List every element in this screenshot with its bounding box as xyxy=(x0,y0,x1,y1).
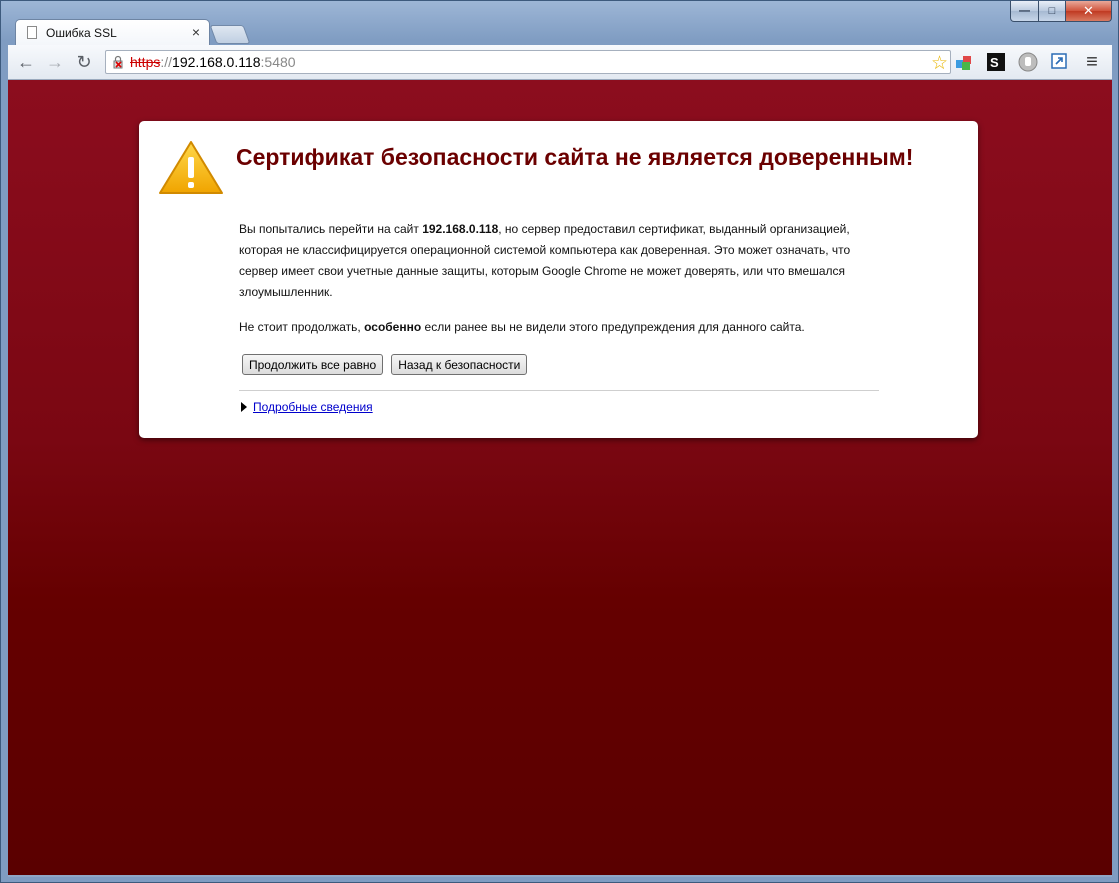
advice-text-start: Не стоит продолжать, xyxy=(239,320,365,334)
advice-paragraph: Не стоит продолжать, особенно если ранее… xyxy=(239,317,879,338)
back-arrow-icon[interactable]: ← xyxy=(15,51,37,73)
explanation-paragraph: Вы попытались перейти на сайт 192.168.0.… xyxy=(239,219,879,303)
window-controls: — □ ✕ xyxy=(1010,1,1112,22)
page-content: Сертификат безопасности сайта не являетс… xyxy=(8,80,1112,875)
broken-lock-icon[interactable] xyxy=(113,55,123,69)
browser-window: — □ ✕ Ошибка SSL × ← → ↻ https://192.168… xyxy=(0,0,1119,883)
bookmark-star-icon[interactable]: ☆ xyxy=(931,52,948,75)
browser-toolbar: ← → ↻ https://192.168.0.118:5480 ☆ S ≡ xyxy=(8,45,1112,80)
chrome-menu-icon[interactable]: ≡ xyxy=(1081,51,1103,73)
svg-text:S: S xyxy=(990,55,999,70)
proceed-anyway-button[interactable]: Продолжить все равно xyxy=(242,354,384,375)
expand-triangle-icon[interactable] xyxy=(241,402,247,412)
maximize-button[interactable]: □ xyxy=(1039,1,1066,22)
extension-link-icon[interactable] xyxy=(1050,52,1070,72)
reload-icon[interactable]: ↻ xyxy=(73,51,95,73)
back-to-safety-button[interactable]: Назад к безопасности xyxy=(391,354,528,375)
address-bar[interactable]: https://192.168.0.118:5480 ☆ xyxy=(105,50,951,74)
details-link[interactable]: Подробные сведения xyxy=(253,400,373,414)
advice-text-end: если ранее вы не видели этого предупрежд… xyxy=(421,320,805,334)
explanation-text-start: Вы попытались перейти на сайт xyxy=(239,222,423,236)
advice-emphasis: особенно xyxy=(364,320,422,334)
divider xyxy=(239,390,879,391)
close-window-button[interactable]: ✕ xyxy=(1066,1,1112,22)
minimize-button[interactable]: — xyxy=(1010,1,1039,22)
forward-arrow-icon[interactable]: → xyxy=(44,51,66,73)
details-toggle[interactable]: Подробные сведения xyxy=(241,400,373,414)
ssl-warning-card: Сертификат безопасности сайта не являетс… xyxy=(139,121,978,438)
title-bar: — □ ✕ Ошибка SSL × xyxy=(1,1,1118,46)
site-host: 192.168.0.118 xyxy=(422,222,499,236)
page-title: Сертификат безопасности сайта не являетс… xyxy=(236,144,914,170)
url-scheme: https xyxy=(130,54,161,70)
tab-title: Ошибка SSL xyxy=(46,26,117,40)
tab-close-icon[interactable]: × xyxy=(192,24,200,40)
url-host: 192.168.0.118 xyxy=(172,54,261,70)
extension-s-icon[interactable]: S xyxy=(986,52,1006,72)
url-separator: :// xyxy=(160,54,173,70)
url-port: :5480 xyxy=(260,54,296,70)
warning-icon xyxy=(159,141,223,194)
window-bottom-edge xyxy=(8,875,1112,877)
tab-ssl-error[interactable]: Ошибка SSL × xyxy=(15,19,210,46)
page-icon xyxy=(27,26,37,39)
new-tab-button[interactable] xyxy=(209,25,251,44)
extension-cubes-icon[interactable] xyxy=(954,52,974,72)
url-text[interactable]: https://192.168.0.118:5480 xyxy=(130,54,296,70)
extension-hand-icon[interactable] xyxy=(1018,52,1038,72)
action-buttons: Продолжить все равно Назад к безопасност… xyxy=(242,354,528,375)
